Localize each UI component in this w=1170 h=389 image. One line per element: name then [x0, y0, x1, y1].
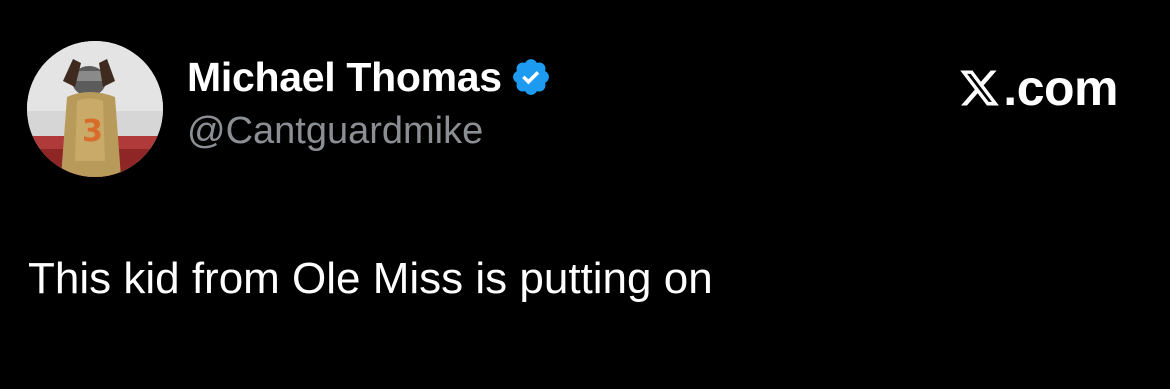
tweet-card: 3 Michael Thomas @Cantguardmike .com Thi…	[0, 0, 1170, 389]
verified-badge-icon	[510, 56, 552, 98]
handle[interactable]: @Cantguardmike	[187, 108, 552, 154]
display-name[interactable]: Michael Thomas	[187, 52, 502, 102]
avatar-photo: 3	[27, 41, 163, 177]
avatar[interactable]: 3	[27, 41, 163, 177]
brand-watermark: .com	[958, 60, 1118, 116]
name-row: Michael Thomas	[187, 52, 552, 102]
tweet-body-text: This kid from Ole Miss is putting on	[28, 254, 713, 303]
svg-text:3: 3	[82, 114, 103, 149]
brand-domain-text: .com	[1003, 60, 1118, 116]
tweet-header: Michael Thomas @Cantguardmike	[187, 52, 552, 154]
x-logo-icon	[958, 66, 1001, 110]
